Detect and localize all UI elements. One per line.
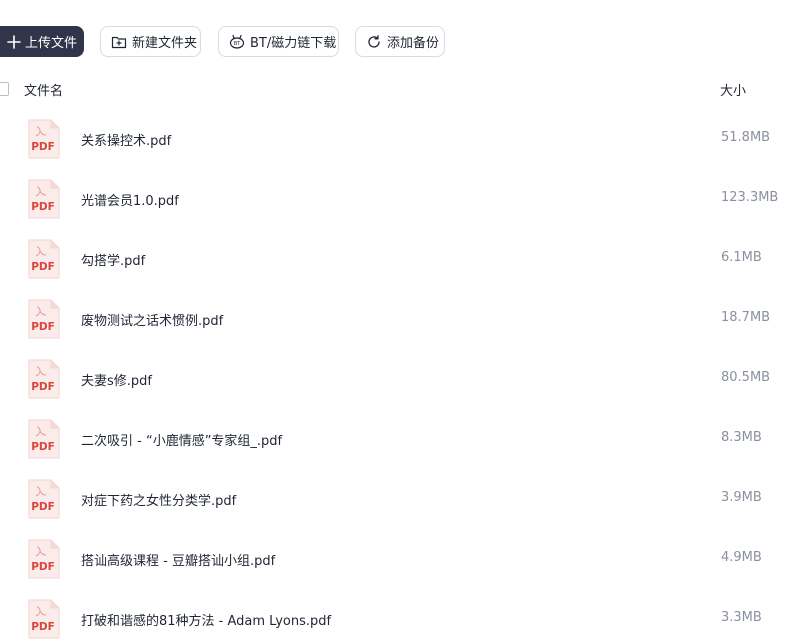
bt-magnet-download-button[interactable]: BT BT/磁力链下载 — [218, 26, 339, 57]
svg-text:PDF: PDF — [31, 561, 55, 573]
file-name[interactable]: 废物测试之话术惯例.pdf — [81, 310, 223, 329]
pdf-file-icon: PDF — [28, 299, 60, 339]
svg-text:PDF: PDF — [31, 321, 55, 333]
new-folder-label: 新建文件夹 — [132, 36, 198, 51]
svg-text:PDF: PDF — [31, 381, 55, 393]
svg-text:PDF: PDF — [31, 441, 55, 453]
file-name[interactable]: 打破和谐感的81种方法 - Adam Lyons.pdf — [81, 610, 331, 629]
select-all-checkbox[interactable] — [0, 82, 9, 96]
svg-text:PDF: PDF — [31, 141, 55, 153]
pdf-file-icon: PDF — [28, 239, 60, 279]
pdf-file-icon: PDF — [28, 179, 60, 219]
pdf-file-icon: PDF — [28, 479, 60, 519]
file-size: 123.3MB — [721, 190, 779, 205]
pdf-file-icon: PDF — [28, 419, 60, 459]
file-row[interactable]: PDF 夫妻s修.pdf 80.5MB — [0, 359, 806, 419]
pdf-file-icon: PDF — [28, 359, 60, 399]
file-size: 4.9MB — [721, 550, 762, 565]
file-name[interactable]: 勾搭学.pdf — [81, 250, 145, 269]
file-size: 8.3MB — [721, 430, 762, 445]
file-row[interactable]: PDF 勾搭学.pdf 6.1MB — [0, 239, 806, 299]
file-row[interactable]: PDF 搭讪高级课程 - 豆瓣搭讪小组.pdf 4.9MB — [0, 539, 806, 599]
plus-icon — [7, 34, 21, 50]
pdf-file-icon: PDF — [28, 599, 60, 639]
file-name[interactable]: 对症下药之女性分类学.pdf — [81, 490, 236, 509]
bt-magnet-download-label: BT/磁力链下载 — [250, 36, 337, 51]
file-row[interactable]: PDF 二次吸引 - “小鹿情感”专家组_.pdf 8.3MB — [0, 419, 806, 479]
add-backup-button[interactable]: 添加备份 — [355, 26, 445, 57]
file-size: 3.3MB — [721, 610, 762, 625]
folder-plus-icon — [111, 34, 127, 50]
file-row[interactable]: PDF 关系操控术.pdf 51.8MB — [0, 119, 806, 179]
file-name[interactable]: 光谱会员1.0.pdf — [81, 190, 179, 209]
file-row[interactable]: PDF 光谱会员1.0.pdf 123.3MB — [0, 179, 806, 239]
file-name[interactable]: 搭讪高级课程 - 豆瓣搭讪小组.pdf — [81, 550, 275, 569]
add-backup-label: 添加备份 — [387, 36, 440, 51]
upload-file-button[interactable]: 上传文件 — [0, 26, 84, 57]
new-folder-button[interactable]: 新建文件夹 — [100, 26, 201, 57]
file-name[interactable]: 二次吸引 - “小鹿情感”专家组_.pdf — [81, 430, 282, 449]
svg-text:PDF: PDF — [31, 621, 55, 633]
file-size: 80.5MB — [721, 370, 771, 385]
file-size: 3.9MB — [721, 490, 762, 505]
file-row[interactable]: PDF 对症下药之女性分类学.pdf 3.9MB — [0, 479, 806, 539]
column-header-name[interactable]: 文件名 — [24, 80, 63, 99]
file-row[interactable]: PDF 废物测试之话术惯例.pdf 18.7MB — [0, 299, 806, 359]
sync-icon — [366, 34, 382, 50]
file-list-header: 文件名 大小 — [0, 78, 806, 100]
svg-text:PDF: PDF — [31, 201, 55, 213]
svg-text:PDF: PDF — [31, 261, 55, 273]
upload-file-label: 上传文件 — [25, 36, 78, 51]
file-name[interactable]: 夫妻s修.pdf — [81, 370, 152, 389]
pdf-file-icon: PDF — [28, 539, 60, 579]
file-size: 51.8MB — [721, 130, 771, 145]
file-row[interactable]: PDF 打破和谐感的81种方法 - Adam Lyons.pdf 3.3MB — [0, 599, 806, 641]
pdf-file-icon: PDF — [28, 119, 60, 159]
svg-text:PDF: PDF — [31, 501, 55, 513]
bt-icon: BT — [229, 34, 245, 50]
column-header-size[interactable]: 大小 — [720, 80, 746, 99]
file-size: 6.1MB — [721, 250, 762, 265]
file-size: 18.7MB — [721, 310, 771, 325]
toolbar: 上传文件 新建文件夹 BT BT/磁力链下载 添加备份 — [0, 26, 806, 57]
svg-text:BT: BT — [234, 41, 241, 47]
file-name[interactable]: 关系操控术.pdf — [81, 130, 171, 149]
